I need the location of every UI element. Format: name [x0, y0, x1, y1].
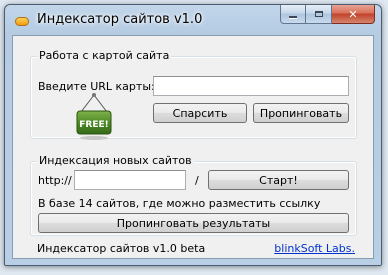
- client-area: Работа с картой сайта Введите URL карты:…: [12, 35, 374, 259]
- http-prefix-label: http://: [38, 174, 72, 187]
- ping-results-button[interactable]: Пропинговать результаты: [38, 213, 349, 233]
- maximize-button[interactable]: [306, 5, 332, 24]
- app-pill-icon: [15, 17, 29, 26]
- title-bar[interactable]: Индексатор сайтов v1.0 ✕: [5, 5, 381, 35]
- minimize-button[interactable]: [280, 5, 306, 24]
- parse-button[interactable]: Спарсить: [153, 103, 247, 123]
- free-tag-graphic: FREE!: [76, 93, 112, 140]
- window-title: Индексатор сайтов v1.0: [37, 12, 203, 27]
- sites-info-text: В базе 14 сайтов, где можно разместить с…: [38, 197, 321, 210]
- caption-buttons: ✕: [280, 5, 375, 25]
- indexing-group-title: Индексация новых сайтов: [37, 154, 194, 167]
- free-tag-text: FREE!: [79, 120, 108, 130]
- sitemap-url-input[interactable]: [153, 76, 349, 96]
- free-tag-icon: FREE!: [75, 92, 113, 142]
- sitemap-group-title: Работа с картой сайта: [37, 49, 172, 62]
- minimize-icon: [289, 16, 297, 18]
- site-input[interactable]: [74, 170, 186, 190]
- version-text: Индексатор сайтов v1.0 beta: [37, 242, 206, 255]
- close-icon: ✕: [348, 7, 358, 21]
- close-button[interactable]: ✕: [332, 5, 375, 24]
- company-link[interactable]: blinkSoft Labs.: [274, 242, 355, 255]
- maximize-icon: [314, 11, 323, 17]
- start-button[interactable]: Старт!: [208, 170, 349, 190]
- ping-sitemap-button[interactable]: Пропинговать: [253, 103, 349, 123]
- slash-label: /: [195, 174, 199, 187]
- main-window: Индексатор сайтов v1.0 ✕ Работа с картой…: [4, 4, 382, 266]
